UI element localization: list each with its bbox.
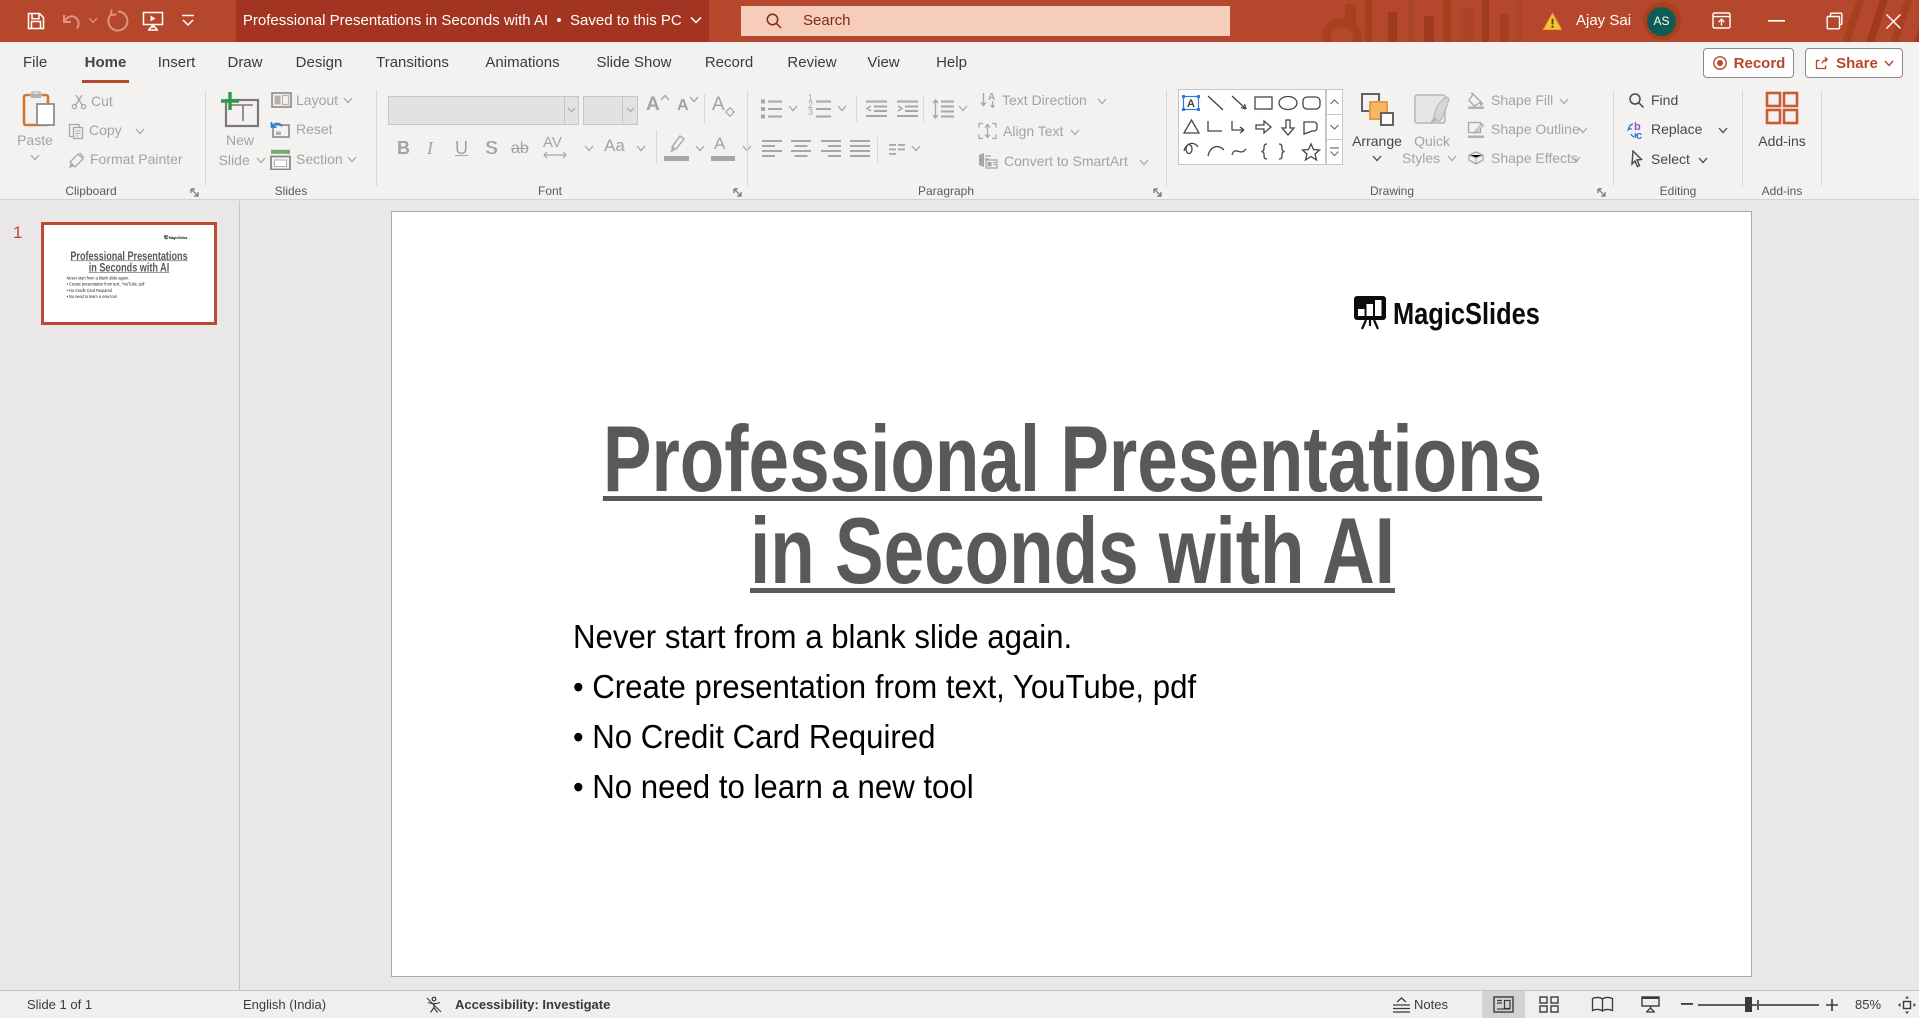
svg-text:A: A — [988, 92, 995, 103]
svg-text:A: A — [1187, 98, 1195, 110]
